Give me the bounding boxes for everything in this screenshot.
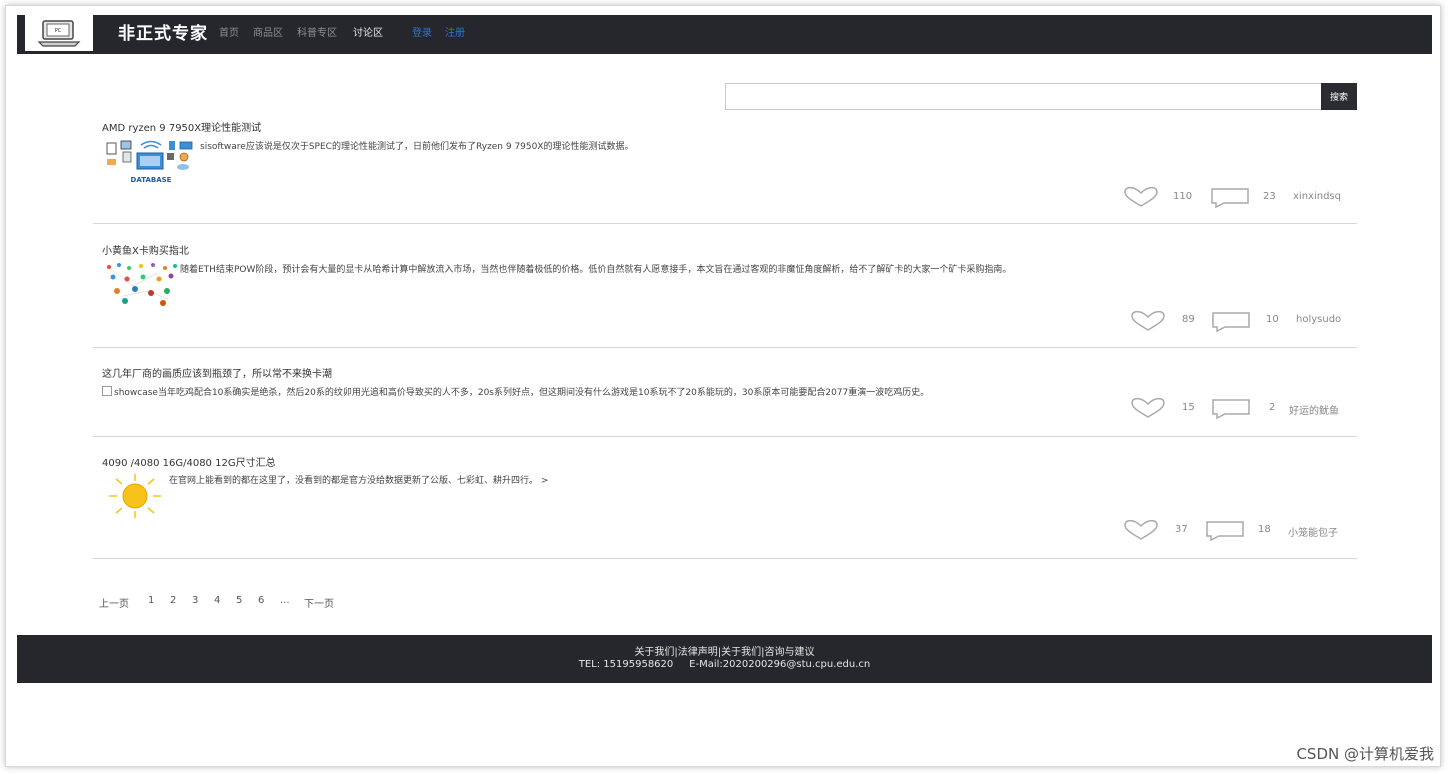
post-author[interactable]: holysudo	[1296, 314, 1341, 325]
broken-image-icon	[102, 386, 112, 396]
top-navbar: PC 非正式专家 首页 商品区 科普专区 讨论区 登录 注册	[17, 15, 1432, 54]
search-input[interactable]	[725, 83, 1323, 110]
comment-icon[interactable]	[1205, 520, 1245, 546]
comment-count: 18	[1258, 524, 1271, 535]
nav-register[interactable]: 注册	[445, 24, 465, 39]
comment-icon[interactable]	[1210, 187, 1250, 213]
nav-home[interactable]: 首页	[219, 24, 239, 39]
heart-icon[interactable]	[1130, 397, 1166, 423]
post-summary: 随着ETH结束POW阶段，预计会有大量的显卡从哈希计算中解放流入市场，当然也伴随…	[180, 265, 1012, 275]
comment-icon[interactable]	[1211, 311, 1251, 337]
comment-count: 23	[1263, 191, 1276, 202]
thumb-caption: DATABASE	[131, 176, 172, 184]
pagination-page[interactable]: 5	[236, 595, 242, 606]
post-author[interactable]: xinxindsq	[1293, 191, 1341, 202]
post-item: 这几年厂商的画质应该到瓶颈了，所以常不来换卡潮 showcase当年吃鸡配合10…	[93, 358, 1357, 437]
nav-discussion[interactable]: 讨论区	[353, 24, 383, 39]
heart-icon[interactable]	[1123, 519, 1159, 545]
footer-links[interactable]: 关于我们|法律声明|关于我们|咨询与建议	[17, 643, 1432, 658]
post-item: AMD ryzen 9 7950X理论性能测试 DATABASE sisoftw…	[93, 112, 1357, 224]
post-thumbnail[interactable]	[103, 261, 179, 307]
pagination-page[interactable]: 3	[192, 595, 198, 606]
pagination-page[interactable]: 1	[148, 595, 154, 606]
brand-title[interactable]: 非正式专家	[118, 19, 208, 44]
nav-login[interactable]: 登录	[412, 24, 432, 39]
like-count: 15	[1182, 402, 1195, 413]
people-network-image	[107, 263, 177, 306]
post-summary: showcase当年吃鸡配合10系确实是绝杀，然后20系的纹卯用光追和高价导致买…	[102, 385, 929, 398]
post-title[interactable]: 这几年厂商的画质应该到瓶颈了，所以常不来换卡潮	[102, 365, 332, 380]
post-title[interactable]: AMD ryzen 9 7950X理论性能测试	[102, 119, 261, 134]
heart-icon[interactable]	[1123, 186, 1159, 212]
pagination-prev[interactable]: 上一页	[99, 595, 129, 610]
nav-products[interactable]: 商品区	[253, 24, 283, 39]
pagination-page[interactable]: 2	[170, 595, 176, 606]
database-icons-image: DATABASE	[106, 140, 193, 184]
nav-science[interactable]: 科普专区	[297, 24, 337, 39]
like-count: 89	[1182, 314, 1195, 325]
post-item: 小黄鱼X卡购买指北 随着ETH结束POW阶段，预计会有大量的显卡从哈希计算中解放…	[93, 234, 1357, 348]
post-thumbnail[interactable]	[103, 472, 167, 520]
csdn-watermark: CSDN @计算机爱我	[1296, 745, 1434, 763]
post-author[interactable]: 小笼能包子	[1288, 524, 1338, 539]
comment-icon[interactable]	[1211, 398, 1251, 424]
footer-contact: TEL: 15195958620 E-Mail:2020200296@stu.c…	[578, 659, 871, 670]
post-title[interactable]: 小黄鱼X卡购买指北	[102, 242, 189, 257]
like-count: 37	[1175, 524, 1188, 535]
post-title[interactable]: 4090 /4080 16G/4080 12G尺寸汇总	[102, 454, 276, 469]
post-summary: sisoftware应该说是仅次于SPEC的理论性能测试了，日前他们发布了Ryz…	[200, 142, 634, 152]
svg-text:PC: PC	[55, 28, 62, 34]
site-logo[interactable]: PC	[25, 15, 93, 51]
pagination-next[interactable]: 下一页	[304, 595, 334, 610]
post-author[interactable]: 好运的鱿鱼	[1289, 402, 1339, 417]
page-footer: 关于我们|法律声明|关于我们|咨询与建议 TEL: 15195958620 E-…	[17, 635, 1432, 683]
pagination-ellipsis: ...	[280, 595, 290, 606]
post-thumbnail[interactable]: DATABASE	[103, 139, 198, 185]
heart-icon[interactable]	[1130, 310, 1166, 336]
pagination-page[interactable]: 6	[258, 595, 264, 606]
post-item: 4090 /4080 16G/4080 12G尺寸汇总 在官网上能看到的都在这里…	[93, 446, 1357, 559]
comment-count: 10	[1266, 314, 1279, 325]
sun-image	[109, 474, 161, 518]
like-count: 110	[1173, 191, 1193, 202]
post-summary: 在官网上能看到的都在这里了，没看到的都是官方没给数据更新了公版、七彩虹、耕升四行…	[169, 476, 549, 486]
comment-count: 2	[1269, 402, 1276, 413]
pagination-page[interactable]: 4	[214, 595, 220, 606]
laptop-logo-icon: PC	[37, 20, 81, 47]
search-button[interactable]: 搜索	[1321, 83, 1357, 110]
